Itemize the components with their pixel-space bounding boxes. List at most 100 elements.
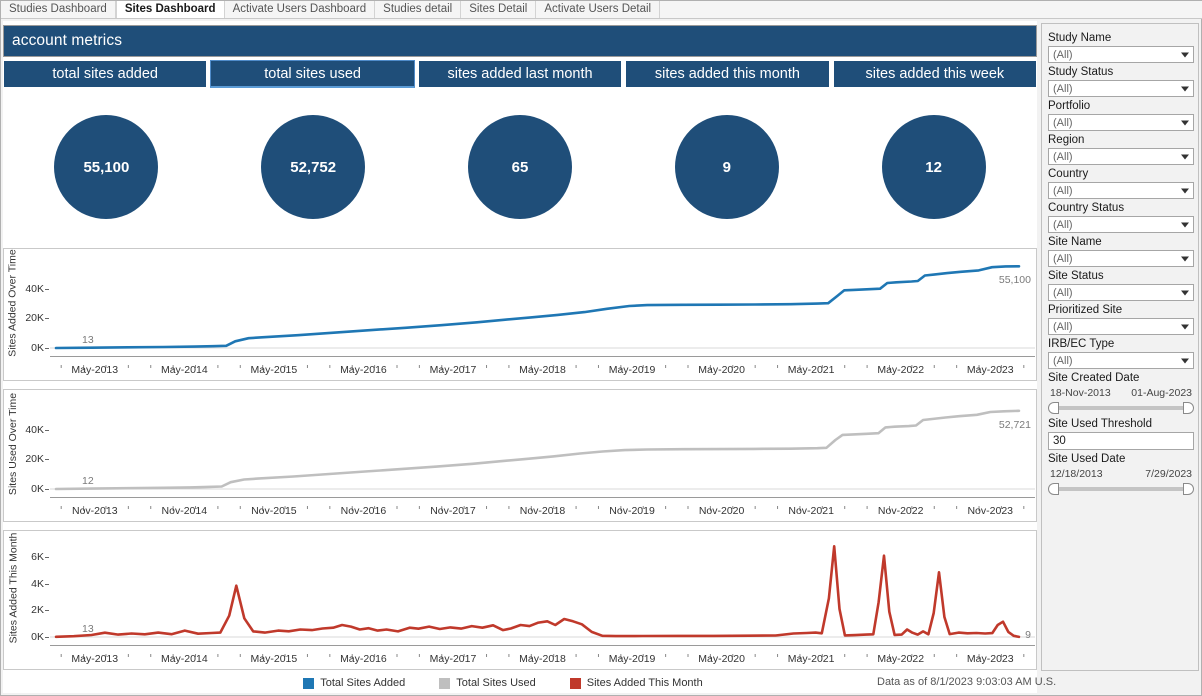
y-tick-label: 6K	[31, 551, 49, 563]
kpi-tab-sites-added-last-month[interactable]: sites added last month	[417, 60, 623, 88]
y-axis-title: Sites Added Over Time	[5, 249, 21, 356]
x-axis: May-2013 May-2014 May-2015 May-2016 May-2017…	[50, 645, 1035, 667]
kpi-bubble-sites-added-last-month[interactable]: 65	[467, 115, 572, 219]
legend-item-sites-added-this-month[interactable]: Sites Added This Month	[569, 677, 703, 689]
y-axis: 0K 20K 40K	[21, 390, 49, 497]
x-tick-label: May-2014	[160, 653, 208, 665]
x-tick-label: May-2018	[519, 653, 566, 665]
slider-handle-left[interactable]	[1048, 402, 1059, 414]
y-tick-label: 0K	[31, 483, 49, 495]
workbook-tab-sites-dashboard[interactable]: Sites Dashboard	[115, 1, 225, 18]
filter-label-country: Country	[1048, 168, 1089, 180]
plot-area[interactable]: 12 52,721	[50, 390, 1035, 497]
plot-area[interactable]: 13 9	[50, 531, 1035, 645]
filter-value: (All)	[1053, 218, 1073, 231]
legend-item-total-sites-used[interactable]: Total Sites Used	[439, 677, 536, 689]
x-tick-label: Nov-2013	[72, 505, 118, 517]
chart-sites-added-this-month[interactable]: Sites Added This Month 0K 2K 4K 6K 13 9 May-201…	[3, 530, 1037, 670]
filter-label-site-name: Site Name	[1048, 236, 1102, 248]
chevron-down-icon	[1181, 290, 1189, 295]
dashboard-title-bar: account metrics	[3, 25, 1037, 57]
chevron-down-icon	[1181, 86, 1189, 91]
series-start-label: 13	[82, 623, 94, 635]
filter-select-region[interactable]: (All)	[1048, 148, 1194, 165]
chart-sites-used-over-time[interactable]: Sites Used Over Time 0K 20K 40K 12 52,721 Nov-…	[3, 389, 1037, 522]
filter-value: (All)	[1053, 150, 1073, 163]
chevron-down-icon	[1181, 358, 1189, 363]
site-created-date-start: 18-Nov-2013	[1050, 387, 1111, 399]
kpi-bubble-sites-added-this-month[interactable]: 9	[674, 115, 779, 219]
kpi-bubble-row: 55,100 52,752 65 9 12	[3, 91, 1037, 243]
site-created-date-slider[interactable]	[1048, 401, 1194, 415]
filter-select-study-name[interactable]: (All)	[1048, 46, 1194, 63]
site-used-date-range-values: 12/18/2013 7/29/2023	[1048, 467, 1194, 480]
filter-select-country-status[interactable]: (All)	[1048, 216, 1194, 233]
kpi-tab-sites-added-this-week[interactable]: sites added this week	[832, 60, 1038, 88]
filter-select-site-status[interactable]: (All)	[1048, 284, 1194, 301]
x-tick-label: May-2018	[519, 364, 566, 376]
filter-label-site-used-threshold: Site Used Threshold	[1048, 418, 1152, 430]
legend-label: Total Sites Used	[456, 677, 536, 689]
filter-label-portfolio: Portfolio	[1048, 100, 1091, 112]
kpi-bubble-sites-added-this-week[interactable]: 12	[881, 115, 986, 219]
filter-select-study-status[interactable]: (All)	[1048, 80, 1194, 97]
x-tick-label: May-2022	[877, 364, 925, 376]
y-axis-title-text: Sites Added This Month	[7, 532, 19, 644]
x-tick-label: May-2013	[71, 653, 119, 665]
kpi-bubble-total-sites-added[interactable]: 55,100	[54, 115, 159, 219]
site-created-date-end: 01-Aug-2023	[1131, 387, 1192, 399]
legend-item-total-sites-added[interactable]: Total Sites Added	[303, 677, 405, 689]
kpi-cell-sites-added-last-month: 65	[417, 91, 624, 243]
workbook-tab-studies-detail[interactable]: Studies detail	[375, 1, 462, 18]
x-tick-label: Nov-2017	[430, 505, 476, 517]
filter-select-irb-ec-type[interactable]: (All)	[1048, 352, 1194, 369]
kpi-tab-sites-added-this-month[interactable]: sites added this month	[625, 60, 830, 88]
chevron-down-icon	[1181, 154, 1189, 159]
workbook-tab-sites-detail[interactable]: Sites Detail	[461, 1, 537, 18]
series-start-label: 13	[82, 334, 94, 346]
filter-value: (All)	[1053, 48, 1073, 61]
page-title: account metrics	[12, 32, 123, 49]
filter-select-country[interactable]: (All)	[1048, 182, 1194, 199]
kpi-cell-sites-added-this-month: 9	[623, 91, 830, 243]
filter-label-site-created-date: Site Created Date	[1048, 372, 1140, 384]
kpi-tab-total-sites-used[interactable]: total sites used	[210, 60, 415, 88]
y-tick-label: 40K	[25, 282, 49, 295]
filter-value: (All)	[1053, 286, 1073, 299]
kpi-cell-total-sites-added: 55,100	[3, 91, 210, 243]
site-used-date-slider[interactable]	[1048, 482, 1194, 496]
workbook-tab-activate-users-dashboard[interactable]: Activate Users Dashboard	[224, 1, 376, 18]
series-end-label: 55,100	[998, 274, 1031, 287]
data-as-of-label: Data as of 8/1/2023 9:03:03 AM U.S.	[877, 676, 1057, 688]
y-axis-title-text: Sites Added Over Time	[7, 248, 20, 357]
plot-area[interactable]: 13 55,100	[50, 249, 1035, 356]
x-tick-label: Nov-2014	[161, 505, 208, 517]
site-used-threshold-input[interactable]: 30	[1048, 432, 1194, 450]
site-used-date-start: 12/18/2013	[1050, 468, 1103, 480]
slider-handle-right[interactable]	[1183, 483, 1194, 495]
filter-value: (All)	[1053, 82, 1073, 95]
filter-label-prioritized-site: Prioritized Site	[1048, 304, 1123, 316]
filter-select-portfolio[interactable]: (All)	[1048, 114, 1194, 131]
workbook-tab-activate-users-detail[interactable]: Activate Users Detail	[536, 1, 661, 18]
series-start-label: 12	[82, 475, 94, 487]
kpi-bubble-total-sites-used[interactable]: 52,752	[261, 115, 366, 219]
chevron-down-icon	[1181, 188, 1189, 193]
series-end-label: 9	[1025, 629, 1031, 641]
workbook-tab-studies-dashboard[interactable]: Studies Dashboard	[1, 1, 116, 18]
kpi-tab-total-sites-added[interactable]: total sites added	[3, 60, 208, 88]
filter-select-site-name[interactable]: (All)	[1048, 250, 1194, 267]
chevron-down-icon	[1181, 120, 1189, 125]
filter-panel: Study Name (All) Study Status (All) Portfoli…	[1041, 23, 1199, 671]
y-tick-label: 0K	[31, 631, 49, 643]
filter-label-region: Region	[1048, 134, 1085, 146]
filter-select-prioritized-site[interactable]: (All)	[1048, 318, 1194, 335]
chart-sites-added-over-time[interactable]: Sites Added Over Time 0K 20K 40K 13 55,100 May…	[3, 248, 1037, 381]
legend-swatch-icon	[439, 677, 451, 689]
slider-handle-left[interactable]	[1048, 483, 1059, 495]
x-tick-label: May-2023	[966, 364, 1014, 376]
slider-handle-right[interactable]	[1183, 402, 1194, 414]
chevron-down-icon	[1181, 222, 1189, 227]
x-tick-label: May-2019	[608, 364, 656, 376]
chevron-down-icon	[1181, 52, 1189, 57]
